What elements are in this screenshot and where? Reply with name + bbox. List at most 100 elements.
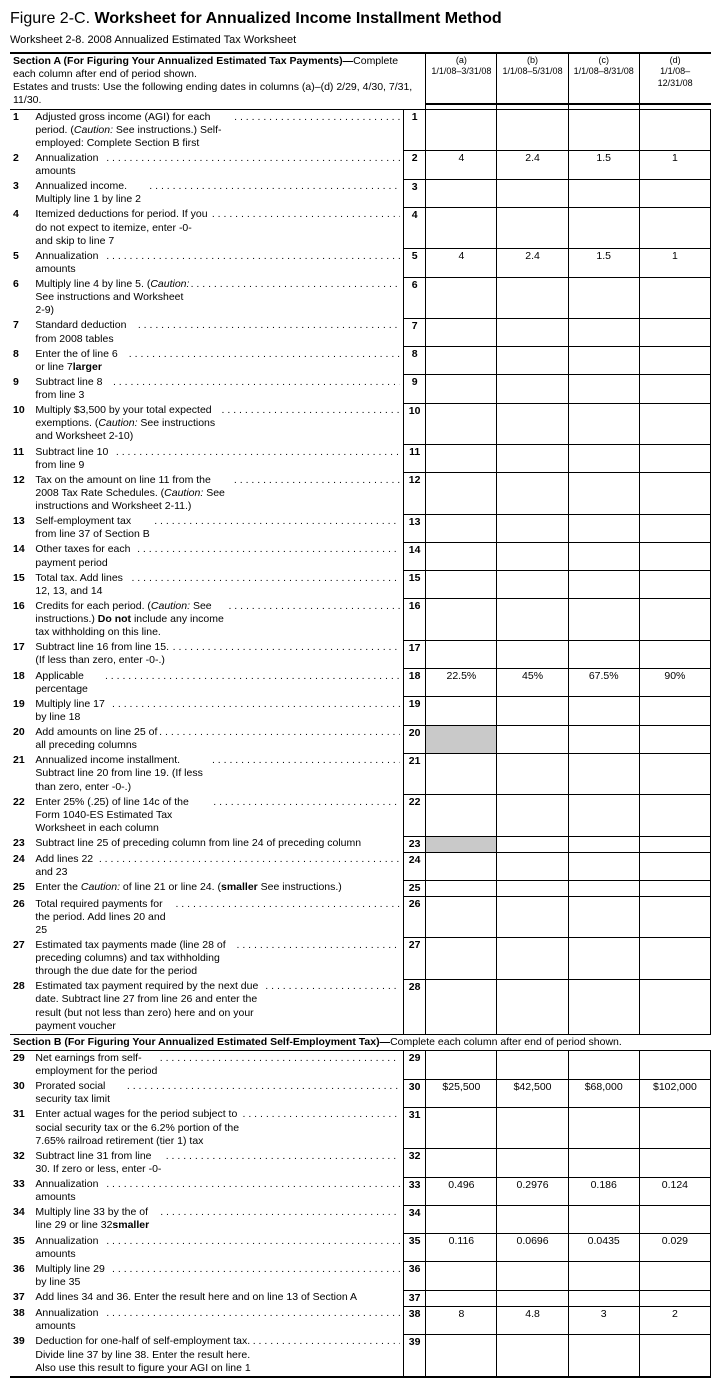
figure-title: Figure 2-C. Worksheet for Annualized Inc… <box>10 10 711 28</box>
value-cell <box>568 1290 639 1306</box>
line-number: 24 <box>10 852 32 880</box>
line-number: 37 <box>10 1290 32 1306</box>
line-ref: 22 <box>403 795 425 836</box>
line-ref: 24 <box>403 852 425 880</box>
col-d-head: (d)1/1/08–12/31/08 <box>639 53 710 104</box>
section-a-header: Section A (For Figuring Your Annualized … <box>10 53 711 104</box>
line-number: 32 <box>10 1149 32 1177</box>
line-number: 14 <box>10 542 32 570</box>
line-description: Adjusted gross income (AGI) for each per… <box>32 109 403 151</box>
figure-lead: Figure 2-C. <box>10 10 94 27</box>
line-description: Enter actual wages for the period subjec… <box>32 1107 403 1148</box>
worksheet-subtitle: Worksheet 2-8. 2008 Annualized Estimated… <box>10 34 711 46</box>
value-cell <box>497 109 568 151</box>
line-ref: 11 <box>403 445 425 473</box>
value-cell <box>568 473 639 514</box>
value-cell <box>639 1050 710 1079</box>
value-cell <box>497 318 568 346</box>
value-cell <box>426 1149 497 1177</box>
line-description: Prorated social security tax limit <box>32 1079 403 1107</box>
value-cell <box>497 571 568 599</box>
line-number: 35 <box>10 1234 32 1262</box>
value-cell <box>639 542 710 570</box>
line-ref: 12 <box>403 473 425 514</box>
line-ref: 33 <box>403 1177 425 1205</box>
line-description: Other taxes for each payment period <box>32 542 403 570</box>
line-description: Deduction for one-half of self-employmen… <box>32 1334 403 1376</box>
value-cell <box>426 109 497 151</box>
line-description: Annualization amounts <box>32 1177 403 1205</box>
value-cell <box>639 347 710 375</box>
section-a-note: Estates and trusts: Use the following en… <box>13 81 412 106</box>
line-35: 35Annualization amounts350.1160.06960.04… <box>10 1234 711 1262</box>
value-cell <box>639 753 710 794</box>
line-31: 31Enter actual wages for the period subj… <box>10 1107 711 1148</box>
line-ref: 23 <box>403 836 425 852</box>
line-ref: 30 <box>403 1079 425 1107</box>
value-cell <box>497 207 568 248</box>
line-22: 22Enter 25% (.25) of line 14c of the For… <box>10 795 711 836</box>
value-cell <box>497 1205 568 1233</box>
line-ref: 18 <box>403 669 425 697</box>
line-ref: 35 <box>403 1234 425 1262</box>
line-description: Annualized income installment. Subtract … <box>32 753 403 794</box>
value-cell: $68,000 <box>568 1079 639 1107</box>
value-cell <box>568 375 639 403</box>
line-39: 39Deduction for one-half of self-employm… <box>10 1334 711 1376</box>
value-cell <box>568 109 639 151</box>
line-33: 33Annualization amounts330.4960.29760.18… <box>10 1177 711 1205</box>
section-b-title: Section B (For Figuring Your Annualized … <box>13 1036 390 1048</box>
value-cell <box>568 725 639 753</box>
line-number: 17 <box>10 640 32 668</box>
line-number: 20 <box>10 725 32 753</box>
value-cell <box>426 697 497 725</box>
line-number: 25 <box>10 880 32 896</box>
line-ref: 37 <box>403 1290 425 1306</box>
line-description: Itemized deductions for period. If you d… <box>32 207 403 248</box>
section-b-header: Section B (For Figuring Your Annualized … <box>10 1034 711 1050</box>
value-cell <box>568 697 639 725</box>
value-cell <box>497 852 568 880</box>
value-cell <box>426 753 497 794</box>
value-cell: 45% <box>497 669 568 697</box>
value-cell <box>497 1262 568 1290</box>
line-description: Add lines 22 and 23 <box>32 852 403 880</box>
value-cell: 0.0696 <box>497 1234 568 1262</box>
value-cell: 90% <box>639 669 710 697</box>
value-cell <box>426 640 497 668</box>
line-7: 7Standard deduction from 2008 tables7 <box>10 318 711 346</box>
section-b-tail: Complete each column after end of period… <box>390 1036 622 1048</box>
line-description: Subtract line 10 from line 9 <box>32 445 403 473</box>
value-cell <box>497 599 568 640</box>
value-cell <box>568 938 639 979</box>
line-number: 5 <box>10 249 32 277</box>
value-cell <box>568 277 639 318</box>
value-cell <box>497 640 568 668</box>
line-ref: 1 <box>403 109 425 151</box>
col-c-head: (c)1/1/08–8/31/08 <box>568 53 639 104</box>
value-cell: 67.5% <box>568 669 639 697</box>
value-cell <box>497 979 568 1034</box>
value-cell <box>497 1107 568 1148</box>
line-description: Multiply line 29 by line 35 <box>32 1262 403 1290</box>
value-cell <box>426 445 497 473</box>
value-cell <box>639 277 710 318</box>
value-cell <box>497 403 568 444</box>
line-description: Net earnings from self-employment for th… <box>32 1050 403 1079</box>
value-cell: 3 <box>568 1306 639 1334</box>
value-cell <box>639 109 710 151</box>
value-cell <box>639 599 710 640</box>
value-cell <box>497 938 568 979</box>
value-cell <box>639 725 710 753</box>
value-cell <box>639 795 710 836</box>
value-cell <box>568 318 639 346</box>
line-ref: 38 <box>403 1306 425 1334</box>
value-cell <box>426 571 497 599</box>
value-cell <box>568 542 639 570</box>
line-number: 7 <box>10 318 32 346</box>
value-cell <box>639 1107 710 1148</box>
line-number: 22 <box>10 795 32 836</box>
line-26: 26Total required payments for the period… <box>10 897 711 938</box>
value-cell <box>426 1050 497 1079</box>
value-cell: 0.2976 <box>497 1177 568 1205</box>
